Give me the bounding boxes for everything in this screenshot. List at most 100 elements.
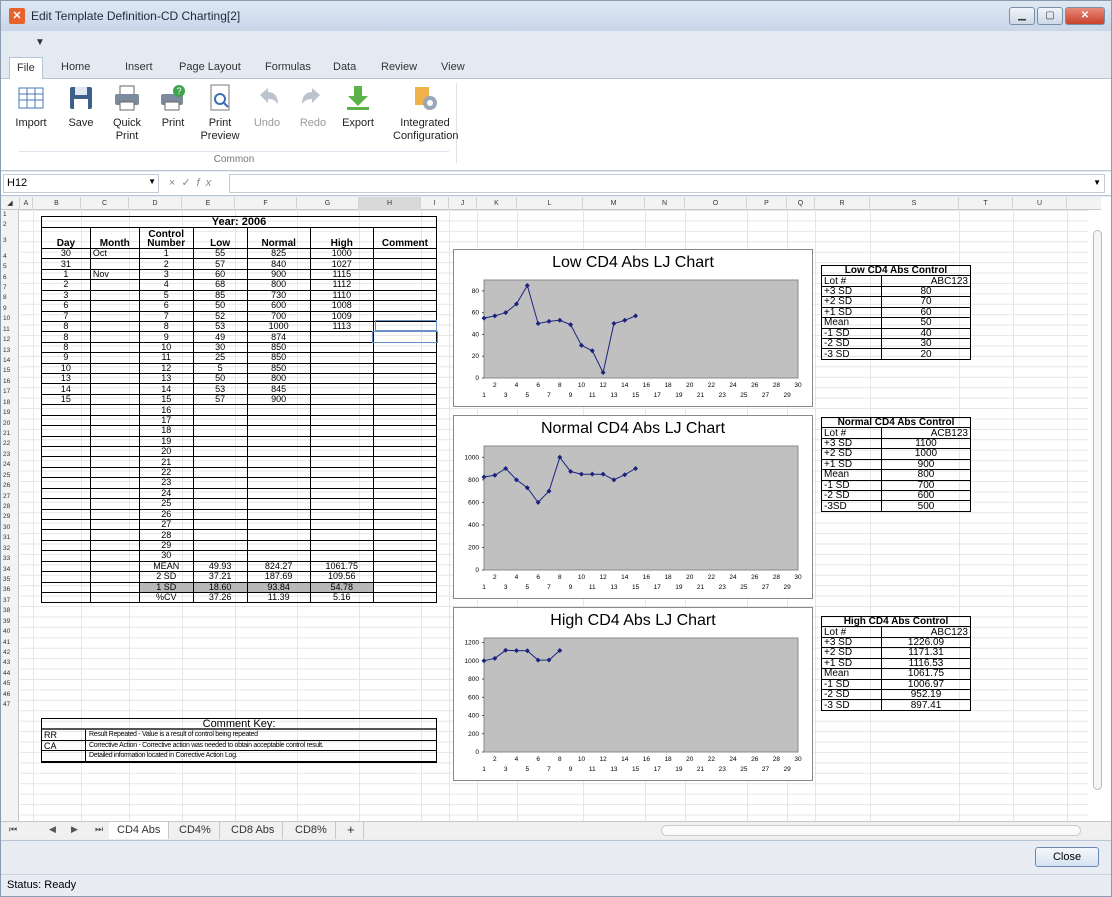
integrated-configuration-button[interactable]: Integrated Configuration <box>393 83 458 143</box>
row-header[interactable]: 5 <box>1 262 19 272</box>
table-cell[interactable]: 825 <box>246 247 311 260</box>
table-cell[interactable]: 21 <box>138 456 194 468</box>
row-header[interactable]: 12 <box>1 335 19 345</box>
column-header-O[interactable]: O <box>685 197 747 210</box>
table-cell[interactable] <box>89 414 140 427</box>
chevron-down-icon[interactable]: ▼ <box>1093 178 1101 187</box>
table-cell[interactable] <box>246 498 311 510</box>
table-cell[interactable] <box>192 425 248 437</box>
maximize-button[interactable]: ▢ <box>1037 7 1063 25</box>
spreadsheet-area[interactable]: ◢ A B C D E F G H I J K L M N O P Q R S T U 1 2 3 4 5 6 7 8 9 10 11 12 13… <box>1 197 1111 821</box>
table-cell[interactable] <box>309 373 374 385</box>
table-cell[interactable]: 27 <box>138 518 194 531</box>
table-cell[interactable] <box>89 300 140 312</box>
table-cell[interactable]: 7 <box>138 310 194 322</box>
table-cell[interactable] <box>372 477 438 489</box>
table-cell[interactable] <box>89 373 140 385</box>
column-header-C[interactable]: C <box>81 197 129 210</box>
tab-review[interactable]: Review <box>381 61 417 73</box>
table-cell[interactable]: 700 <box>246 310 311 322</box>
table-cell[interactable] <box>89 404 140 416</box>
row-header[interactable]: 30 <box>1 523 19 533</box>
close-window-button[interactable]: ✕ <box>1065 7 1105 25</box>
table-cell[interactable] <box>372 362 438 375</box>
selected-cell[interactable] <box>375 320 437 331</box>
table-cell[interactable]: 1027 <box>309 258 374 270</box>
stat-cell[interactable]: %CV <box>138 591 194 604</box>
row-header[interactable]: 24 <box>1 460 19 470</box>
sheet-tab-cd8-[interactable]: CD8% <box>287 822 336 839</box>
confirm-icon[interactable]: ✓ <box>181 177 196 189</box>
table-cell[interactable] <box>89 393 140 406</box>
column-header-H[interactable]: H <box>359 197 421 210</box>
stat-cell[interactable]: 18.60 <box>192 581 248 593</box>
table-cell[interactable]: 17 <box>138 414 194 427</box>
column-header-B[interactable]: B <box>33 197 81 210</box>
row-header[interactable]: 1 <box>1 210 19 220</box>
table-cell[interactable] <box>41 529 91 541</box>
table-cell[interactable]: 1115 <box>309 268 374 281</box>
horizontal-scrollbar[interactable] <box>661 825 1081 836</box>
table-cell[interactable] <box>89 456 140 468</box>
table-cell[interactable] <box>372 373 438 385</box>
table-cell[interactable] <box>192 539 248 552</box>
table-cell[interactable] <box>41 487 91 500</box>
row-header[interactable]: 3 <box>1 231 19 252</box>
table-cell[interactable] <box>89 383 140 395</box>
row-header[interactable]: 40 <box>1 627 19 637</box>
table-cell[interactable] <box>89 362 140 375</box>
import-button[interactable]: Import <box>11 83 51 130</box>
row-header[interactable]: 18 <box>1 398 19 408</box>
table-cell[interactable]: 25 <box>138 498 194 510</box>
table-cell[interactable]: 600 <box>246 300 311 312</box>
table-cell[interactable] <box>89 352 140 364</box>
table-cell[interactable] <box>246 529 311 541</box>
table-cell[interactable]: 900 <box>246 393 311 406</box>
table-cell[interactable] <box>372 393 438 406</box>
table-cell[interactable]: 730 <box>246 289 311 302</box>
table-cell[interactable]: 30 <box>41 247 91 260</box>
column-header-I[interactable]: I <box>421 197 449 210</box>
table-cell[interactable] <box>309 341 374 354</box>
column-header-M[interactable]: M <box>583 197 645 210</box>
table-cell[interactable]: 1 <box>41 268 91 281</box>
table-cell[interactable] <box>372 300 438 312</box>
table-cell[interactable] <box>309 539 374 552</box>
row-header[interactable]: 43 <box>1 658 19 668</box>
table-cell[interactable]: 6 <box>138 300 194 312</box>
table-cell[interactable] <box>309 508 374 520</box>
row-header[interactable]: 17 <box>1 387 19 397</box>
tab-home[interactable]: Home <box>61 61 90 73</box>
stat-cell[interactable]: MEAN <box>138 560 194 573</box>
scroll-thumb[interactable] <box>1093 230 1102 790</box>
table-cell[interactable] <box>309 487 374 500</box>
table-cell[interactable] <box>246 414 311 427</box>
tab-formulas[interactable]: Formulas <box>265 61 311 73</box>
table-cell[interactable] <box>89 289 140 302</box>
table-cell[interactable] <box>192 414 248 427</box>
table-cell[interactable] <box>309 383 374 395</box>
table-cell[interactable] <box>372 456 438 468</box>
table-cell[interactable] <box>372 247 438 260</box>
row-header[interactable]: 38 <box>1 606 19 616</box>
tab-file[interactable]: File <box>9 57 43 80</box>
row-header[interactable]: 20 <box>1 419 19 429</box>
column-header-R[interactable]: R <box>815 197 870 210</box>
table-cell[interactable] <box>192 518 248 531</box>
table-cell[interactable] <box>89 529 140 541</box>
first-sheet-icon[interactable]: ⏮ <box>9 824 17 835</box>
table-cell[interactable] <box>192 435 248 448</box>
table-cell[interactable] <box>246 508 311 520</box>
table-cell[interactable] <box>192 487 248 500</box>
column-header-G[interactable]: G <box>297 197 359 210</box>
table-cell[interactable] <box>192 498 248 510</box>
formula-input[interactable]: ▼ <box>229 174 1105 193</box>
table-cell[interactable] <box>192 466 248 479</box>
last-sheet-icon[interactable]: ⏭ <box>95 824 103 835</box>
table-cell[interactable]: 8 <box>41 331 91 343</box>
table-cell[interactable]: 4 <box>138 279 194 291</box>
table-cell[interactable] <box>89 310 140 322</box>
table-cell[interactable] <box>246 518 311 531</box>
table-cell[interactable] <box>246 539 311 552</box>
column-header-J[interactable]: J <box>449 197 477 210</box>
